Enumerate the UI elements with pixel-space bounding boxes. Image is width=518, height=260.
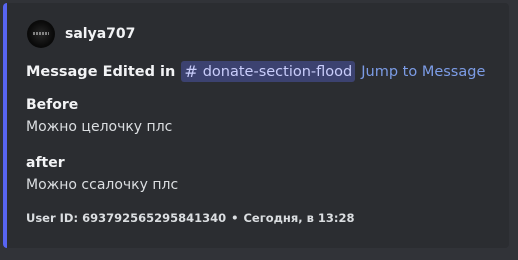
embed-author: salya707 (27, 20, 135, 48)
title-text: Message Edited in (26, 63, 176, 80)
footer-timestamp: Сегодня, в 13:28 (243, 211, 355, 225)
field-before: Before Можно целочку плс (26, 97, 172, 135)
field-after: after Можно ссалочку плс (26, 155, 178, 193)
author-avatar[interactable] (27, 20, 55, 48)
hash-icon: # (184, 62, 198, 81)
embed-title: Message Edited in # donate-section-flood… (26, 61, 485, 82)
channel-mention[interactable]: # donate-section-flood (181, 61, 356, 82)
embed-footer: User ID: 693792565295841340 • Сегодня, в 1… (26, 211, 355, 225)
footer-user-id: User ID: 693792565295841340 (26, 211, 227, 225)
field-after-name: after (26, 155, 65, 171)
field-before-value: Можно целочку плс (26, 119, 173, 135)
field-before-name: Before (26, 97, 79, 113)
footer-separator: • (231, 211, 239, 225)
field-after-value: Можно ссалочку плс (26, 177, 179, 193)
channel-name: donate-section-flood (202, 63, 353, 80)
avatar-image-detail (33, 32, 49, 35)
author-name[interactable]: salya707 (65, 26, 135, 42)
jump-to-message-link[interactable]: Jump to Message (361, 64, 485, 80)
message-edit-embed: salya707 Message Edited in # donate-sect… (3, 3, 509, 248)
